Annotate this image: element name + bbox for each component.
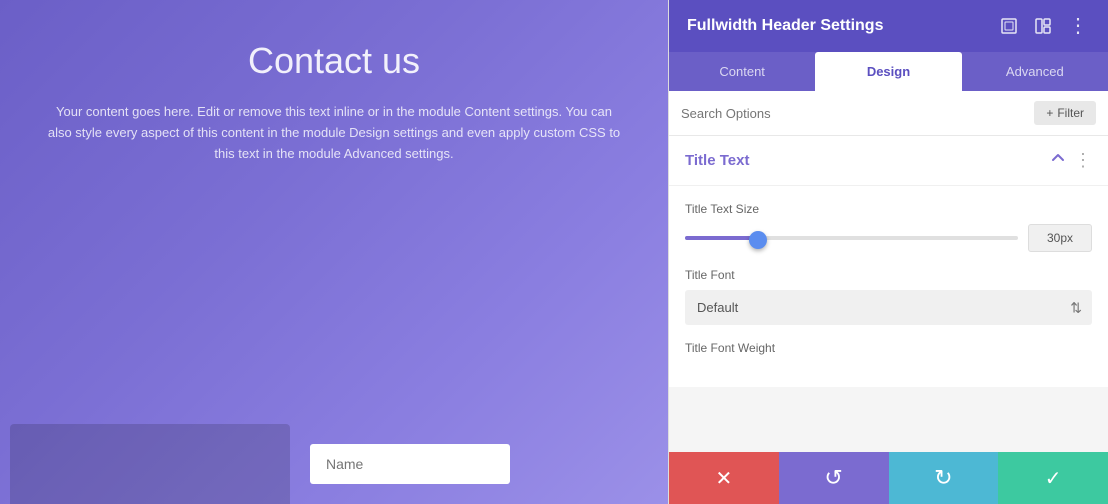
tab-content[interactable]: Content xyxy=(669,52,815,91)
settings-panel-title: Fullwidth Header Settings xyxy=(687,17,883,35)
slider-track xyxy=(685,236,1018,240)
title-text-size-field: Title Text Size 30px xyxy=(685,202,1092,252)
title-font-select-wrapper: Default Arial Georgia Helvetica Times Ne… xyxy=(685,290,1092,325)
title-font-weight-label: Title Font Weight xyxy=(685,341,1092,355)
title-font-label: Title Font xyxy=(685,268,1092,282)
redo-icon: ↻ xyxy=(934,465,952,491)
search-bar: + Filter xyxy=(669,91,1108,136)
slider-row: 30px xyxy=(685,224,1092,252)
title-font-weight-field: Title Font Weight xyxy=(685,341,1092,355)
section-actions: ⋮ xyxy=(1050,150,1092,171)
layout-icon xyxy=(1034,17,1052,35)
section-collapse-button[interactable] xyxy=(1050,150,1066,171)
redo-button[interactable]: ↻ xyxy=(889,452,999,504)
title-text-section: Title Text ⋮ Title Text Size xyxy=(669,136,1108,387)
save-button[interactable]: ✓ xyxy=(998,452,1108,504)
slider-fill xyxy=(685,236,758,240)
preview-title: Contact us xyxy=(248,40,420,82)
layout-icon-button[interactable] xyxy=(1032,15,1054,37)
section-title: Title Text xyxy=(685,152,749,169)
preview-form xyxy=(290,424,668,504)
settings-tabs: Content Design Advanced xyxy=(669,52,1108,91)
preview-name-input[interactable] xyxy=(310,444,510,484)
title-font-select[interactable]: Default Arial Georgia Helvetica Times Ne… xyxy=(685,290,1092,325)
slider-thumb[interactable] xyxy=(749,231,767,249)
cancel-icon: ✕ xyxy=(715,466,732,491)
save-icon: ✓ xyxy=(1045,466,1062,491)
tab-design[interactable]: Design xyxy=(815,52,961,91)
section-more-button[interactable]: ⋮ xyxy=(1074,150,1092,171)
slider-value[interactable]: 30px xyxy=(1028,224,1092,252)
preview-content: Contact us Your content goes here. Edit … xyxy=(0,0,668,184)
section-more-icon: ⋮ xyxy=(1074,150,1092,170)
header-icons: ⋮ xyxy=(998,14,1090,38)
search-input[interactable] xyxy=(681,106,1034,121)
slider-container[interactable] xyxy=(685,228,1018,248)
filter-icon: + xyxy=(1046,106,1053,120)
tab-advanced[interactable]: Advanced xyxy=(962,52,1108,91)
settings-header: Fullwidth Header Settings ⋮ xyxy=(669,0,1108,52)
reset-button[interactable]: ↺ xyxy=(779,452,889,504)
filter-label: Filter xyxy=(1057,106,1084,120)
cancel-button[interactable]: ✕ xyxy=(669,452,779,504)
title-text-size-label: Title Text Size xyxy=(685,202,1092,216)
settings-fields: Title Text Size 30px Title Font xyxy=(669,186,1108,387)
reset-icon: ↺ xyxy=(824,465,842,491)
chevron-up-icon xyxy=(1050,150,1066,166)
settings-body: Title Text ⋮ Title Text Size xyxy=(669,136,1108,452)
action-bar: ✕ ↺ ↻ ✓ xyxy=(669,452,1108,504)
expand-icon-button[interactable] xyxy=(998,15,1020,37)
preview-bottom xyxy=(0,424,668,504)
section-header: Title Text ⋮ xyxy=(669,136,1108,186)
more-icon: ⋮ xyxy=(1068,16,1088,36)
expand-icon xyxy=(1000,17,1018,35)
filter-button[interactable]: + Filter xyxy=(1034,101,1096,125)
preview-body: Your content goes here. Edit or remove t… xyxy=(44,102,624,164)
more-options-button[interactable]: ⋮ xyxy=(1066,14,1090,38)
preview-image xyxy=(10,424,290,504)
title-font-field: Title Font Default Arial Georgia Helveti… xyxy=(685,268,1092,325)
preview-panel: Contact us Your content goes here. Edit … xyxy=(0,0,668,504)
settings-panel: Fullwidth Header Settings ⋮ Content xyxy=(668,0,1108,504)
